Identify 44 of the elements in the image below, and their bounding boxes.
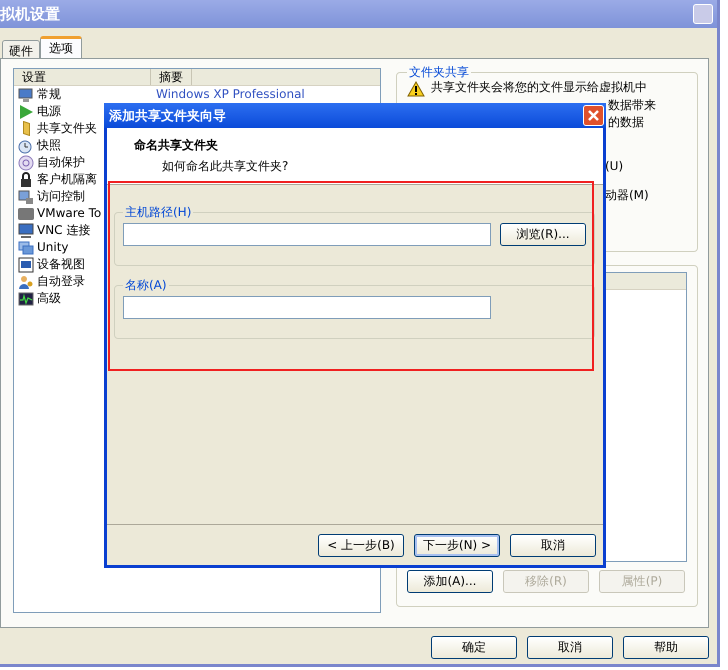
- input-field[interactable]: [123, 296, 491, 319]
- column-header[interactable]: 摘要: [151, 69, 192, 85]
- option-label[interactable]: 动器(M): [605, 188, 649, 202]
- monitor-icon: [18, 222, 34, 238]
- warning-text: 的数据: [608, 115, 644, 129]
- wizard-button[interactable]: < 上一步(B): [318, 534, 404, 556]
- summary-text: Windows XP Professional: [156, 88, 305, 101]
- warning-text: 数据带来: [608, 98, 656, 112]
- wizard-subheading: 如何命名此共享文件夹?: [162, 159, 288, 173]
- wizard-button[interactable]: 取消: [510, 534, 596, 556]
- group-title: 文件夹共享: [408, 64, 470, 81]
- warning-text: 共享文件夹会将您的文件显示给虚拟机中: [431, 81, 647, 94]
- badge-icon: [18, 206, 34, 222]
- tab[interactable]: 选项: [40, 36, 82, 58]
- footer-button[interactable]: 帮助: [623, 636, 709, 659]
- folder-icon: [23, 121, 30, 136]
- circle-icon: [18, 154, 34, 170]
- clock-icon: [18, 138, 34, 154]
- wizard-heading: 命名共享文件夹: [134, 137, 219, 154]
- option-label[interactable]: (U): [605, 159, 624, 173]
- field-label: 主机路径(H): [124, 204, 192, 221]
- wizard-button[interactable]: 下一步(N) >: [414, 534, 500, 556]
- field-label: 名称(A): [124, 277, 168, 294]
- column-header[interactable]: 设置: [14, 69, 151, 85]
- footer-button[interactable]: 取消: [527, 636, 613, 659]
- tab[interactable]: 硬件: [2, 40, 40, 58]
- footer-button[interactable]: 确定: [431, 636, 517, 659]
- close-icon: [587, 109, 600, 122]
- list-item[interactable]: 常规: [37, 88, 153, 101]
- computer-lock-icon: [18, 188, 34, 204]
- chart-icon: [18, 290, 34, 306]
- panel-icon: [18, 256, 34, 272]
- close-button[interactable]: [583, 105, 604, 126]
- monitor-icon: [18, 86, 34, 102]
- browse-button[interactable]: 浏览(R)...: [500, 223, 586, 246]
- list-button[interactable]: 添加(A)...: [407, 570, 493, 593]
- close-button[interactable]: [693, 4, 713, 24]
- warning-icon: [407, 81, 425, 97]
- user-key-icon: [18, 274, 34, 290]
- lock-icon: [18, 172, 34, 188]
- dialog-title: 添加共享文件夹向导: [109, 108, 226, 124]
- windows-icon: [18, 240, 34, 256]
- input-field[interactable]: [123, 223, 491, 246]
- play-icon: [18, 104, 34, 120]
